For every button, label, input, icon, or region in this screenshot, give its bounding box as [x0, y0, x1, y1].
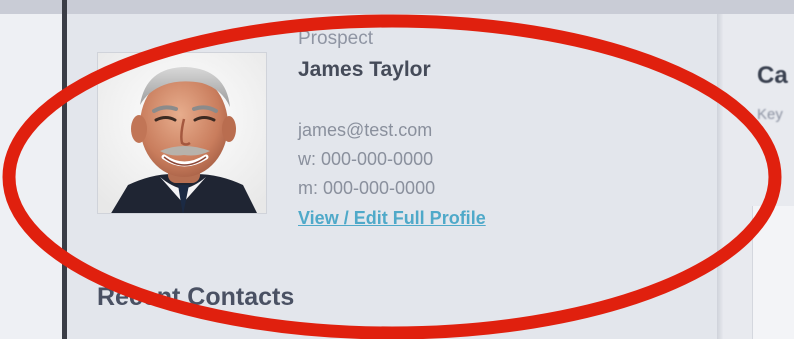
contact-work-phone: w: 000-000-0000 [298, 149, 434, 169]
person-photo-icon [98, 53, 266, 213]
right-content-card [752, 206, 794, 339]
contact-mobile-phone: m: 000-000-0000 [298, 178, 436, 198]
right-panel-title: Ca [757, 62, 788, 89]
contact-type-label: Prospect [298, 28, 373, 49]
screen: Ca Key C Prospect James Taylor james@tes… [0, 0, 794, 339]
contact-name: James Taylor [298, 58, 431, 81]
recent-contacts-heading: Recent Contacts [97, 283, 295, 311]
left-gutter [0, 14, 62, 339]
contact-avatar[interactable] [97, 52, 267, 214]
right-panel-line-1: Key [757, 106, 783, 123]
contact-email: james@test.com [298, 120, 433, 140]
view-edit-profile-link[interactable]: View / Edit Full Profile [298, 208, 486, 229]
right-panel-line-2: C [757, 130, 768, 147]
top-toolbar-strip [0, 0, 794, 15]
